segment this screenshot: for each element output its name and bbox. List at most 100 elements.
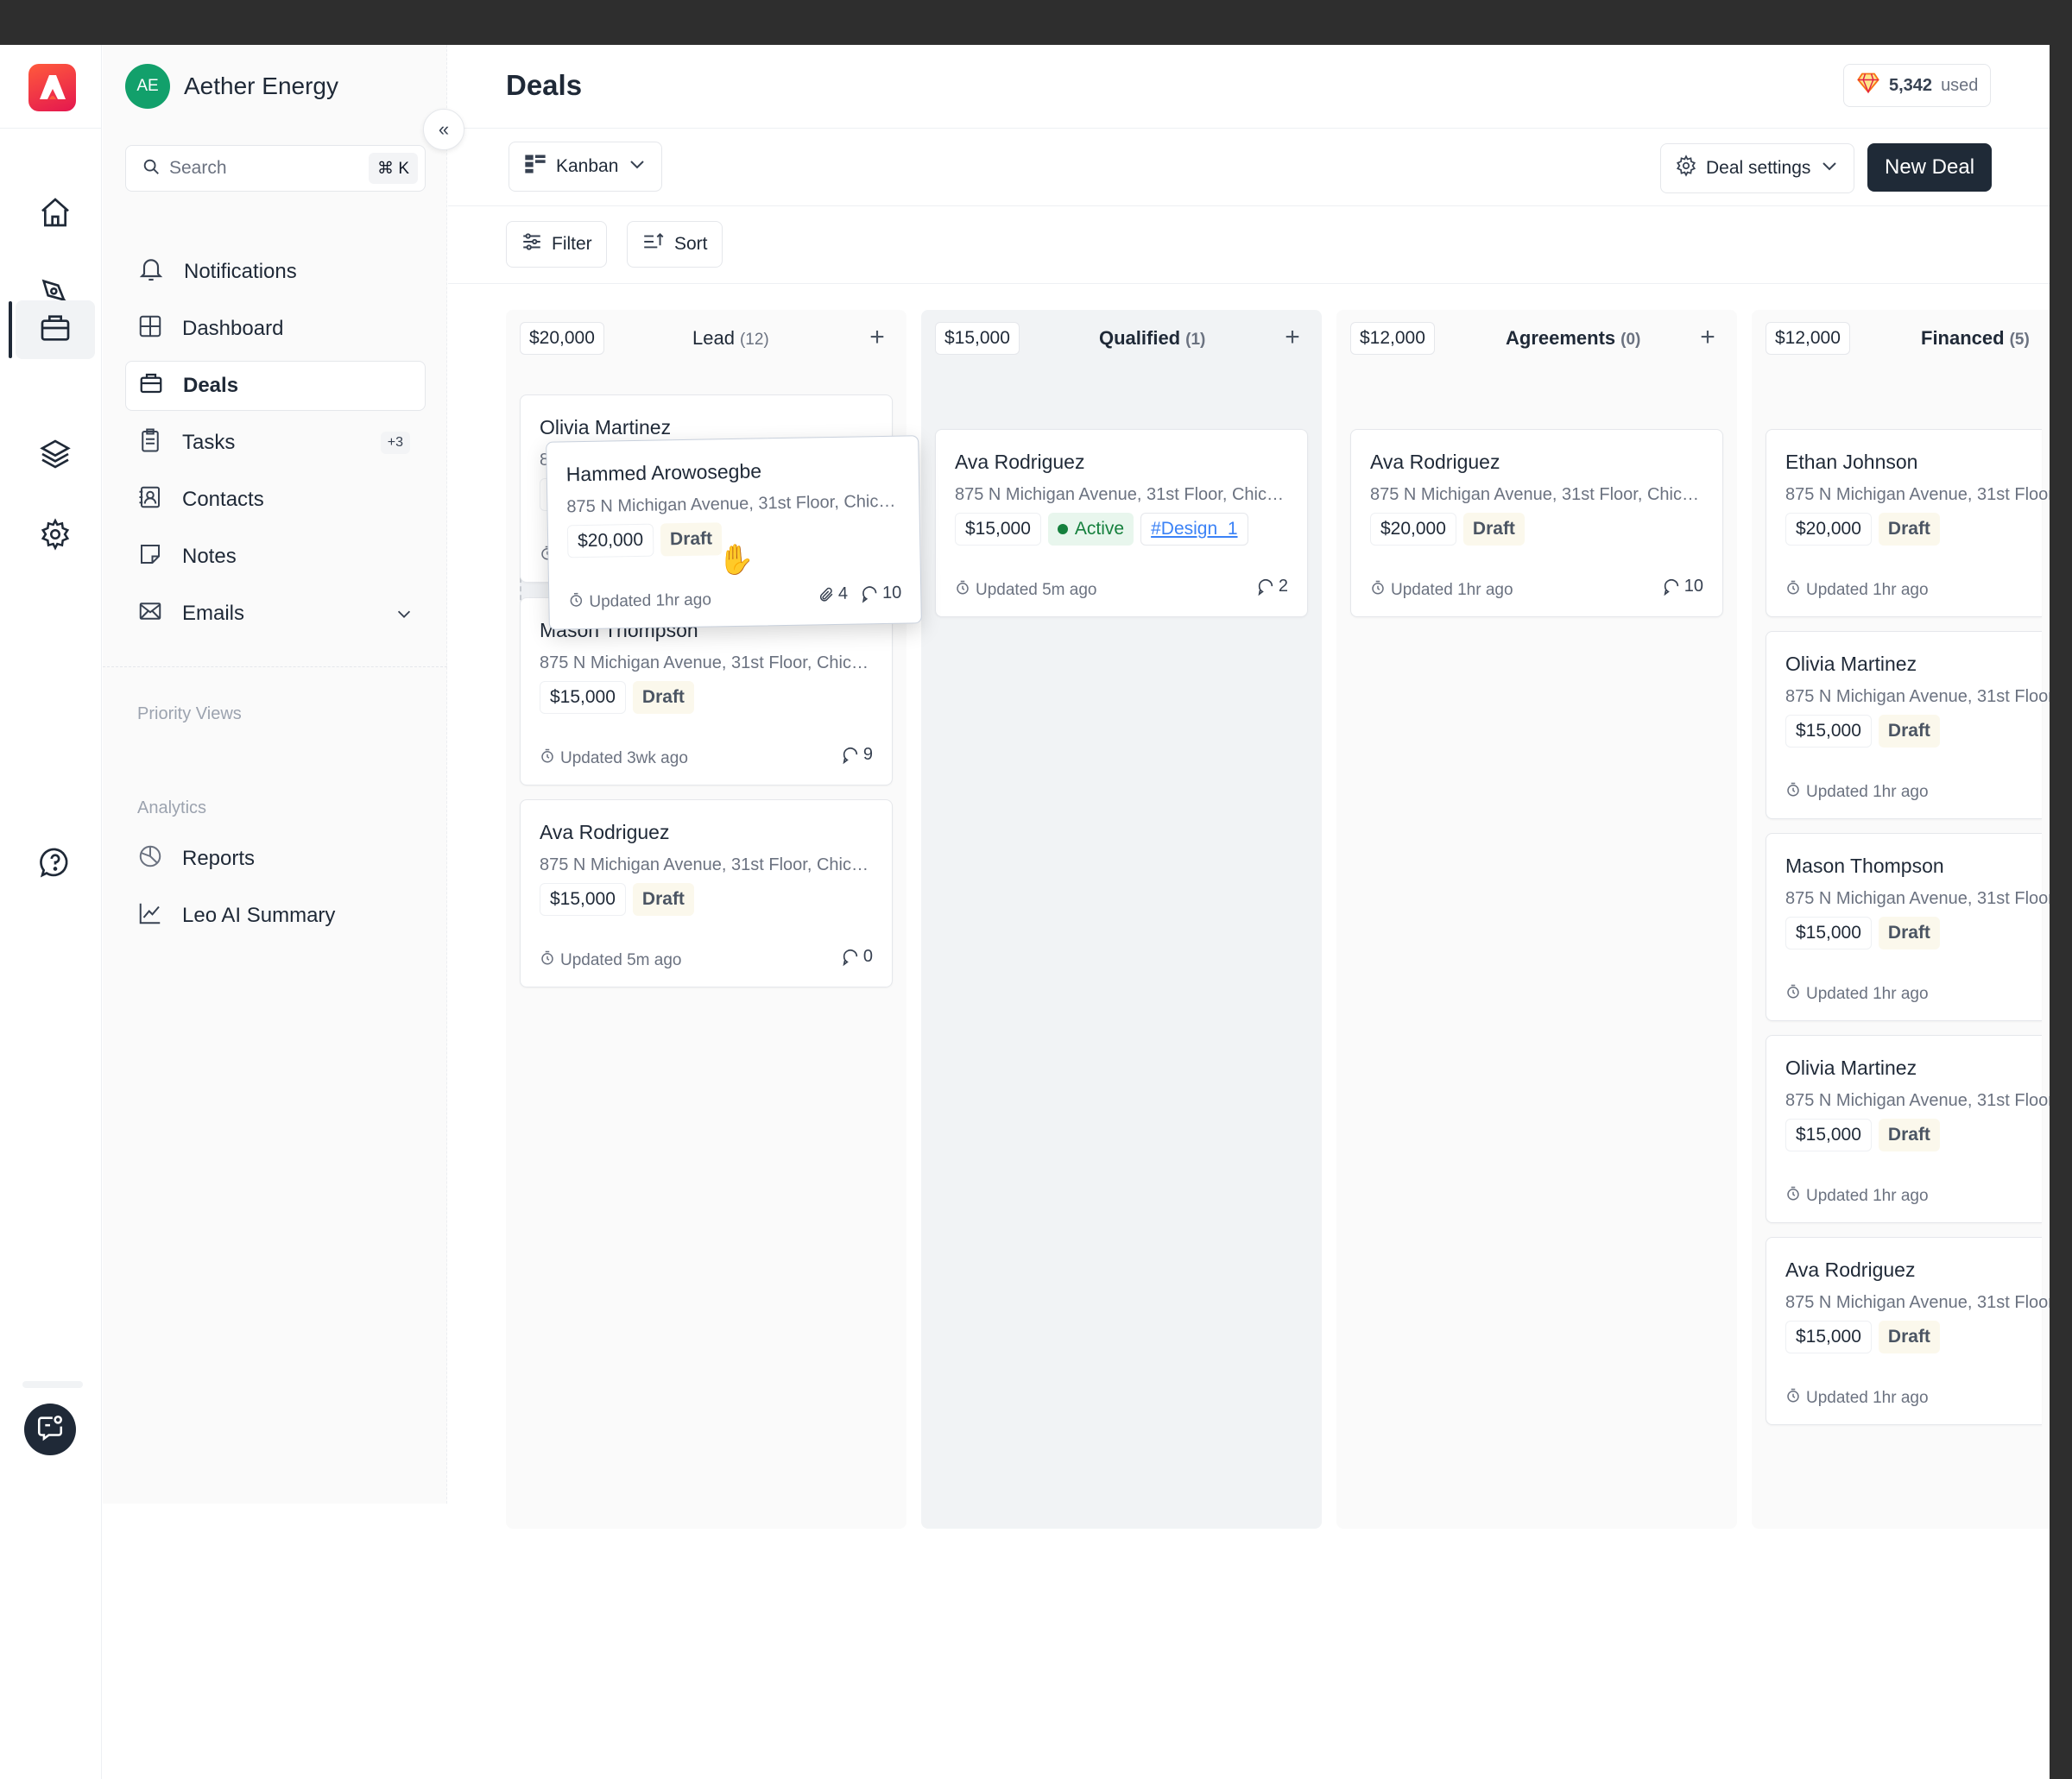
credits-usage-badge[interactable]: 5,342 used bbox=[1843, 64, 1992, 107]
chevron-down-icon[interactable] bbox=[395, 604, 414, 629]
design-link[interactable]: #Design_1 bbox=[1140, 513, 1248, 546]
search-shortcut: ⌘ K bbox=[369, 153, 418, 184]
deal-settings-button[interactable]: Deal settings bbox=[1660, 143, 1855, 193]
nav-item-deals[interactable]: Deals bbox=[125, 361, 426, 411]
add-deal-button[interactable]: + bbox=[1692, 322, 1723, 353]
updated-label: Updated 1hr ago bbox=[1391, 581, 1513, 599]
nav-item-reports[interactable]: Reports bbox=[125, 834, 426, 884]
clock-icon bbox=[568, 592, 584, 613]
add-deal-button[interactable]: + bbox=[1277, 322, 1308, 353]
deal-card[interactable]: Ava Rodriguez 875 N Michigan Avenue, 31st… bbox=[520, 799, 893, 987]
deal-tags: $20,000 Draft bbox=[1785, 513, 1940, 546]
column-count: (5) bbox=[2009, 331, 2030, 349]
column-header: $12,000 Agreements (0) + bbox=[1350, 322, 1723, 356]
nav-item-dashboard[interactable]: Dashboard bbox=[125, 304, 426, 354]
home-rail-button[interactable] bbox=[16, 185, 95, 243]
nav-item-notes[interactable]: Notes bbox=[125, 532, 426, 582]
deal-card[interactable]: Mason Thompson 875 N Michigan Avenue, 31s… bbox=[1766, 833, 2050, 1021]
column-total: $12,000 bbox=[1766, 322, 1850, 355]
deal-card[interactable]: Olivia Martinez 875 N Michigan Avenue, 31… bbox=[1766, 1035, 2050, 1223]
deal-tags: $15,000 Draft bbox=[540, 883, 694, 916]
status-badge: Draft bbox=[660, 522, 723, 557]
org-switcher[interactable]: AE Aether Energy bbox=[125, 64, 338, 109]
deal-name: Ava Rodriguez bbox=[955, 451, 1085, 473]
dragging-deal-card[interactable]: Hammed Arowosegbe 875 N Michigan Avenue, … bbox=[546, 435, 922, 630]
filter-button[interactable]: Filter bbox=[506, 221, 607, 268]
new-deal-button[interactable]: New Deal bbox=[1867, 143, 1993, 192]
comments-count: 10 bbox=[860, 584, 902, 604]
updated-time: Updated 5m ago bbox=[540, 950, 682, 971]
deal-name: Olivia Martinez bbox=[540, 416, 672, 438]
clock-icon bbox=[540, 950, 555, 971]
chat-bubble-icon bbox=[35, 1413, 65, 1447]
briefcase-icon bbox=[138, 370, 164, 402]
updated-label: Updated 1hr ago bbox=[1806, 1389, 1929, 1407]
view-switcher[interactable]: Kanban bbox=[509, 142, 663, 192]
nav-item-leo-ai-summary[interactable]: Leo AI Summary bbox=[125, 891, 426, 941]
status-badge: Draft bbox=[1878, 917, 1940, 949]
deal-amount: $15,000 bbox=[955, 513, 1041, 546]
help-chat-icon bbox=[38, 845, 73, 884]
deal-card[interactable]: Ava Rodriguez 875 N Michigan Avenue, 31st… bbox=[1350, 429, 1723, 617]
settings-rail-button[interactable] bbox=[16, 507, 95, 565]
app-logo[interactable] bbox=[28, 64, 76, 111]
column-name: Qualified bbox=[1099, 327, 1181, 349]
icon-rail bbox=[0, 45, 102, 1779]
deal-card[interactable]: Ava Rodriguez 875 N Michigan Avenue, 31st… bbox=[935, 429, 1308, 617]
deal-tags: $20,000 Draft bbox=[566, 522, 723, 558]
rail-divider bbox=[0, 128, 102, 129]
rail-active-indicator bbox=[9, 301, 12, 358]
updated-label: Updated 5m ago bbox=[976, 581, 1097, 599]
deal-amount: $15,000 bbox=[1785, 917, 1872, 949]
clock-icon bbox=[1785, 1186, 1801, 1207]
comments-count: 0 bbox=[841, 947, 873, 967]
nav-item-label: Reports bbox=[182, 847, 256, 870]
updated-time: Updated 5m ago bbox=[955, 580, 1097, 601]
nav-item-label: Dashboard bbox=[182, 317, 284, 340]
sort-button[interactable]: Sort bbox=[627, 221, 723, 268]
nav-item-emails[interactable]: Emails bbox=[125, 589, 426, 639]
deal-tags: $15,000 Draft bbox=[1785, 1321, 1940, 1353]
deal-meta: 4 10 bbox=[818, 584, 902, 605]
support-chat-button[interactable] bbox=[24, 1404, 76, 1455]
search-box[interactable]: ⌘ K bbox=[125, 145, 426, 192]
help-rail-button[interactable] bbox=[16, 835, 95, 893]
status-badge: Active bbox=[1047, 513, 1134, 546]
deal-address: 875 N Michigan Avenue, 31st Floor, Chica… bbox=[540, 653, 876, 672]
deal-name: Mason Thompson bbox=[1785, 855, 1944, 877]
deals-rail-button[interactable] bbox=[16, 300, 95, 359]
clock-icon bbox=[1785, 984, 1801, 1005]
nav-item-contacts[interactable]: Contacts bbox=[125, 475, 426, 525]
clock-icon bbox=[1785, 580, 1801, 601]
attachments-count: 4 bbox=[818, 584, 849, 605]
note-icon bbox=[137, 541, 163, 573]
double-chevron-left-icon: « bbox=[438, 118, 450, 140]
os-title-bar bbox=[0, 0, 2072, 45]
collapse-sidebar-button[interactable]: « bbox=[423, 109, 464, 150]
deal-card[interactable]: Olivia Martinez 875 N Michigan Avenue, 31… bbox=[1766, 631, 2050, 819]
comment-icon bbox=[841, 948, 860, 967]
nav-item-tasks[interactable]: Tasks +3 bbox=[125, 418, 426, 468]
comment-icon bbox=[1256, 577, 1275, 596]
deal-card[interactable]: Ava Rodriguez 875 N Michigan Avenue, 31st… bbox=[1766, 1237, 2050, 1425]
pie-chart-icon bbox=[137, 843, 163, 875]
updated-label: Updated 1hr ago bbox=[1806, 783, 1929, 801]
updated-time: Updated 3wk ago bbox=[540, 748, 688, 769]
updated-label: Updated 5m ago bbox=[560, 951, 682, 969]
tasks-count-badge: +3 bbox=[380, 432, 410, 454]
org-avatar: AE bbox=[125, 64, 170, 109]
deal-meta: 0 bbox=[841, 947, 873, 967]
deal-card[interactable]: Ethan Johnson 875 N Michigan Avenue, 31st… bbox=[1766, 429, 2050, 617]
layers-rail-button[interactable] bbox=[16, 426, 95, 485]
add-deal-button[interactable]: + bbox=[862, 322, 893, 353]
column-header: $20,000 Lead (12) + bbox=[520, 322, 893, 356]
comments-value: 10 bbox=[881, 583, 902, 603]
search-input[interactable] bbox=[169, 158, 359, 179]
nav-item-notifications[interactable]: Notifications bbox=[125, 247, 426, 297]
status-badge: Draft bbox=[632, 681, 694, 714]
deal-address: 875 N Michigan Avenue, 31st Floor, Chica… bbox=[566, 491, 904, 517]
column-header: $15,000 Qualified (1) + bbox=[935, 322, 1308, 356]
updated-time: Updated 1hr ago bbox=[1785, 1186, 1929, 1207]
column-title: Agreements (0) bbox=[1506, 327, 1640, 350]
column-count: (0) bbox=[1620, 331, 1641, 349]
